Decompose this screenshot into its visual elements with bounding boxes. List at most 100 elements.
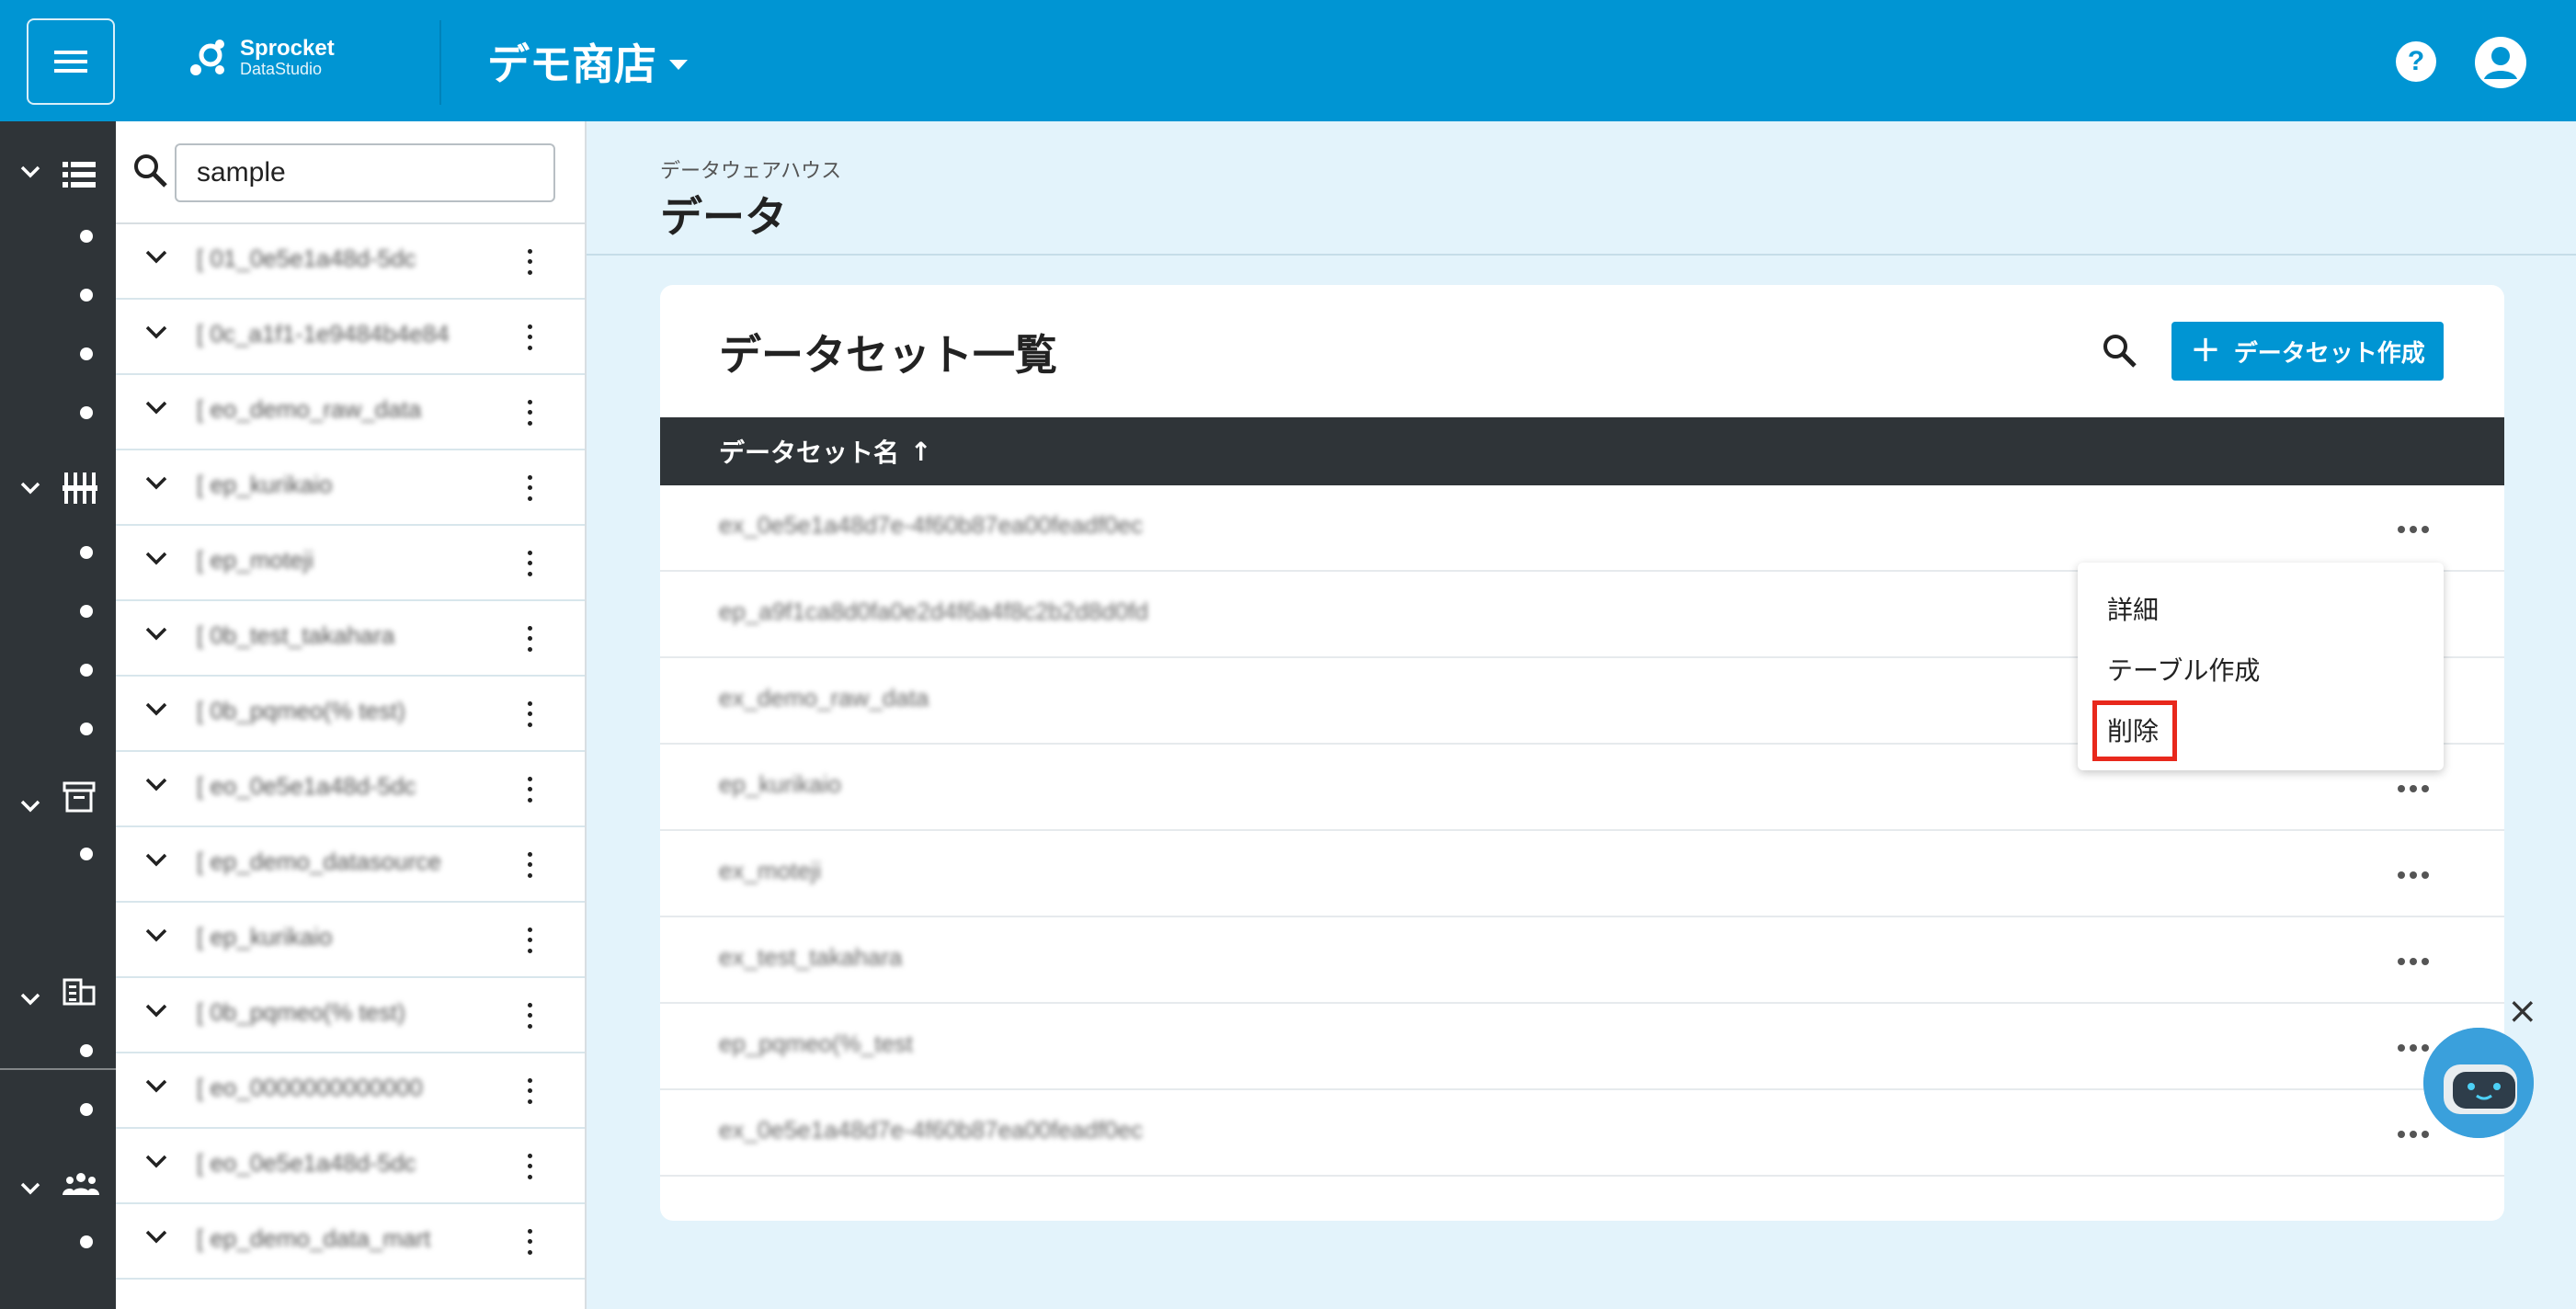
tree-row-label[interactable]: [ 0b_test_takahara — [197, 621, 500, 654]
tree-row[interactable]: [ eo_0000000000000 — [116, 1053, 585, 1129]
chevron-down-icon[interactable] — [145, 325, 167, 340]
archive-icon[interactable] — [63, 781, 96, 813]
tree-row-label[interactable]: [ eo_0e5e1a48d-5dc — [197, 772, 500, 805]
dataset-name[interactable]: ex_moteji — [719, 857, 821, 894]
kebab-menu-icon[interactable] — [520, 1076, 539, 1107]
dataset-name[interactable]: ex_0e5e1a48d7e-4f60b87ea00feadf0ec — [719, 511, 1143, 548]
kebab-menu-icon[interactable] — [520, 849, 539, 881]
rail-subitem[interactable] — [80, 546, 93, 559]
dataset-name[interactable]: ex_demo_raw_data — [719, 684, 929, 721]
rail-subitem[interactable] — [80, 230, 93, 243]
table-row[interactable]: ex_test_takahara — [660, 917, 2504, 1004]
menu-item-create-table[interactable]: テーブル作成 — [2107, 651, 2260, 688]
chevron-down-icon[interactable] — [20, 1182, 40, 1195]
chevron-down-icon[interactable] — [145, 702, 167, 717]
kebab-menu-icon[interactable] — [520, 699, 539, 730]
table-row[interactable]: ex_moteji — [660, 831, 2504, 917]
rail-subitem[interactable] — [80, 723, 93, 735]
chevron-down-icon[interactable] — [20, 800, 40, 813]
chevron-down-icon[interactable] — [20, 482, 40, 495]
chevron-down-icon[interactable] — [145, 552, 167, 566]
kebab-menu-icon[interactable] — [520, 246, 539, 278]
kebab-menu-icon[interactable] — [520, 774, 539, 805]
rail-subitem[interactable] — [80, 664, 93, 677]
column-header-name[interactable]: データセット名 — [719, 433, 899, 470]
search-icon[interactable] — [2102, 333, 2138, 370]
tree-row[interactable]: [ ep_demo_datasource — [116, 827, 585, 903]
table-row[interactable]: ex_0e5e1a48d7e-4f60b87ea00feadf0ec — [660, 1090, 2504, 1177]
rail-subitem[interactable] — [80, 1103, 93, 1116]
kebab-menu-icon[interactable] — [520, 623, 539, 654]
tree-row[interactable]: [ 0c_a1f1-1e9484b4e84 — [116, 300, 585, 375]
tree-row[interactable]: [ eo_demo_raw_data — [116, 375, 585, 450]
kebab-menu-icon[interactable] — [520, 925, 539, 956]
more-options-icon[interactable] — [2398, 958, 2429, 965]
tree-row-label[interactable]: [ ep_demo_data_mart — [197, 1224, 500, 1258]
close-icon[interactable]: × — [2507, 993, 2538, 1030]
tree-row[interactable]: [ 0b_pqmeo(% test) — [116, 978, 585, 1053]
tree-row-label[interactable]: [ ep_moteji — [197, 546, 500, 579]
tree-row[interactable]: [ ep_demo_data_mart — [116, 1204, 585, 1280]
rail-subitem[interactable] — [80, 1235, 93, 1248]
business-icon[interactable] — [63, 978, 96, 1006]
tree-row[interactable]: [ 0b_pqmeo(% test) — [116, 677, 585, 752]
rail-subitem[interactable] — [80, 347, 93, 360]
rail-subitem[interactable] — [80, 605, 93, 618]
chevron-down-icon[interactable] — [145, 928, 167, 943]
dataset-name[interactable]: ex_test_takahara — [719, 943, 902, 980]
chevron-down-icon[interactable] — [145, 1230, 167, 1245]
rail-subitem[interactable] — [80, 289, 93, 302]
more-options-icon[interactable] — [2398, 785, 2429, 792]
tree-row-label[interactable]: [ ep_demo_datasource — [197, 848, 500, 881]
rail-subitem[interactable] — [80, 848, 93, 860]
group-icon[interactable] — [63, 1171, 99, 1195]
tree-row-label[interactable]: [ eo_0000000000000 — [197, 1074, 500, 1107]
dataset-name[interactable]: ex_0e5e1a48d7e-4f60b87ea00feadf0ec — [719, 1116, 1143, 1153]
dataset-name[interactable]: ep_a9f1ca8d0fa0e2d4f6a4f8c2b2d8d0fd — [719, 598, 1148, 634]
tree-row-label[interactable]: [ 0b_pqmeo(% test) — [197, 998, 500, 1031]
dataset-name[interactable]: ep_pqmeo(%_test — [719, 1030, 913, 1066]
kebab-menu-icon[interactable] — [520, 1000, 539, 1031]
more-options-icon[interactable] — [2398, 526, 2429, 533]
kebab-menu-icon[interactable] — [520, 322, 539, 353]
kebab-menu-icon[interactable] — [520, 397, 539, 428]
logo[interactable]: Sprocket DataStudio — [188, 36, 335, 79]
kebab-menu-icon[interactable] — [520, 1151, 539, 1182]
chevron-down-icon[interactable] — [145, 401, 167, 415]
menu-button[interactable] — [27, 18, 115, 105]
tree-row[interactable]: [ eo_0e5e1a48d-5dc — [116, 752, 585, 827]
tree-row[interactable]: [ eo_0e5e1a48d-5dc — [116, 1129, 585, 1204]
tree-row-label[interactable]: [ ep_kurikaio — [197, 923, 500, 956]
chevron-down-icon[interactable] — [145, 853, 167, 868]
more-options-icon[interactable] — [2398, 1044, 2429, 1052]
chevron-down-icon[interactable] — [145, 1079, 167, 1094]
chevron-down-icon[interactable] — [145, 1155, 167, 1169]
kebab-menu-icon[interactable] — [520, 548, 539, 579]
dataset-name[interactable]: ep_kurikaio — [719, 770, 841, 807]
tree-row-label[interactable]: [ eo_demo_raw_data — [197, 395, 500, 428]
kebab-menu-icon[interactable] — [520, 1226, 539, 1258]
tree-row[interactable]: [ ep_kurikaio — [116, 450, 585, 526]
chevron-down-icon[interactable] — [145, 250, 167, 265]
more-options-icon[interactable] — [2398, 871, 2429, 879]
breadcrumb[interactable]: データウェアハウス — [660, 154, 841, 184]
chevron-down-icon[interactable] — [20, 993, 40, 1006]
pipeline-icon[interactable] — [63, 472, 97, 504]
kebab-menu-icon[interactable] — [520, 472, 539, 504]
menu-item-details[interactable]: 詳細 — [2107, 590, 2159, 627]
rail-subitem[interactable] — [80, 1044, 93, 1057]
tree-row[interactable]: [ ep_moteji — [116, 526, 585, 601]
storage-icon[interactable] — [63, 162, 96, 188]
tree-row[interactable]: [ 01_0e5e1a48d-5dc — [116, 224, 585, 300]
help-icon[interactable]: ? — [2396, 41, 2436, 82]
account-icon[interactable] — [2475, 37, 2526, 88]
tree-row[interactable]: [ 0b_test_takahara — [116, 601, 585, 677]
table-row[interactable]: ex_0e5e1a48d7e-4f60b87ea00feadf0ec — [660, 485, 2504, 572]
chevron-down-icon[interactable] — [145, 1004, 167, 1019]
tree-row[interactable]: [ ep_kurikaio — [116, 903, 585, 978]
tree-row-label[interactable]: [ eo_0e5e1a48d-5dc — [197, 1149, 500, 1182]
chevron-down-icon[interactable] — [145, 627, 167, 642]
more-options-icon[interactable] — [2398, 1131, 2429, 1138]
table-row[interactable]: ep_pqmeo(%_test — [660, 1004, 2504, 1090]
chevron-down-icon[interactable] — [20, 165, 40, 178]
